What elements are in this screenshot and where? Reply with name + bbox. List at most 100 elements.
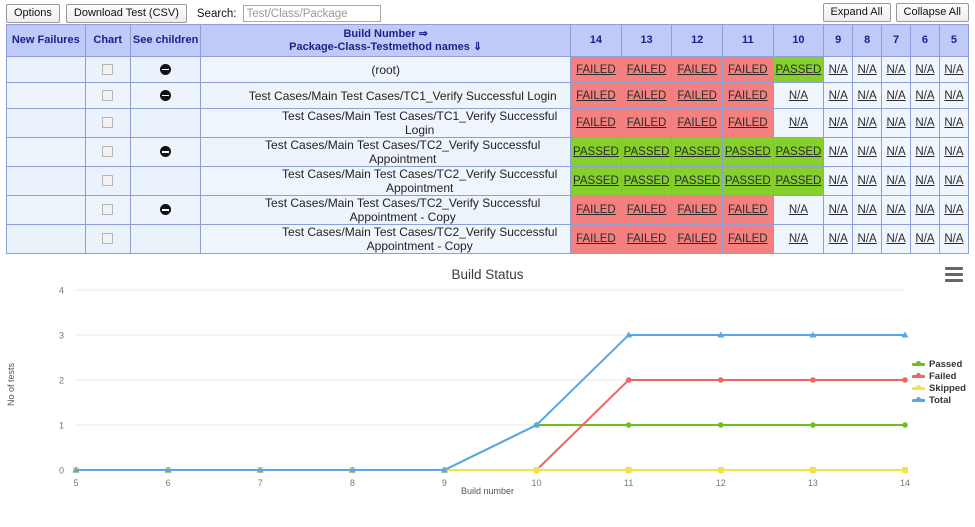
status-link[interactable]: FAILED [728, 90, 768, 102]
options-button[interactable]: Options [6, 4, 60, 23]
status-link[interactable]: PASSED [674, 175, 720, 187]
circle-minus-icon[interactable] [160, 146, 171, 157]
status-link[interactable]: N/A [829, 64, 848, 76]
chart-checkbox[interactable] [102, 146, 113, 157]
status-link[interactable]: PASSED [573, 175, 619, 187]
status-link[interactable]: FAILED [728, 233, 768, 245]
status-link[interactable]: FAILED [627, 64, 667, 76]
circle-minus-icon[interactable] [160, 204, 171, 215]
chart-checkbox[interactable] [102, 233, 113, 244]
status-link[interactable]: N/A [944, 117, 963, 129]
status-link[interactable]: FAILED [677, 233, 717, 245]
expand-all-button[interactable]: Expand All [823, 3, 891, 22]
status-link[interactable]: N/A [915, 117, 934, 129]
header-build-col[interactable]: 9 [824, 25, 853, 57]
search-input[interactable] [243, 5, 381, 22]
status-link[interactable]: N/A [789, 204, 808, 216]
status-link[interactable]: N/A [886, 90, 905, 102]
header-chart[interactable]: Chart [85, 25, 130, 57]
status-link[interactable]: N/A [858, 117, 877, 129]
legend-item[interactable]: Skipped [912, 382, 966, 394]
legend-item[interactable]: Passed [912, 358, 966, 370]
status-link[interactable]: N/A [829, 233, 848, 245]
status-link[interactable]: N/A [944, 233, 963, 245]
header-build-col[interactable]: 7 [882, 25, 911, 57]
status-link[interactable]: N/A [915, 146, 934, 158]
status-link[interactable]: N/A [944, 64, 963, 76]
status-link[interactable]: N/A [886, 233, 905, 245]
status-link[interactable]: N/A [915, 64, 934, 76]
header-build-col[interactable]: 6 [911, 25, 940, 57]
chart-checkbox[interactable] [102, 64, 113, 75]
status-link[interactable]: N/A [858, 146, 877, 158]
header-see-children[interactable]: See children [130, 25, 200, 57]
status-link[interactable]: FAILED [576, 90, 616, 102]
status-link[interactable]: N/A [944, 146, 963, 158]
status-link[interactable]: N/A [915, 233, 934, 245]
status-link[interactable]: FAILED [576, 204, 616, 216]
header-build-col[interactable]: 11 [723, 25, 774, 57]
status-link[interactable]: N/A [858, 90, 877, 102]
header-build-col[interactable]: 8 [853, 25, 882, 57]
status-link[interactable]: FAILED [677, 90, 717, 102]
status-link[interactable]: N/A [858, 204, 877, 216]
status-link[interactable]: FAILED [627, 117, 667, 129]
header-build-col[interactable]: 10 [773, 25, 824, 57]
status-link[interactable]: N/A [858, 64, 877, 76]
status-link[interactable]: FAILED [728, 64, 768, 76]
status-link[interactable]: FAILED [627, 204, 667, 216]
status-link[interactable]: PASSED [573, 146, 619, 158]
status-link[interactable]: N/A [858, 175, 877, 187]
status-link[interactable]: N/A [829, 146, 848, 158]
status-link[interactable]: FAILED [728, 117, 768, 129]
status-link[interactable]: N/A [886, 64, 905, 76]
collapse-all-button[interactable]: Collapse All [896, 3, 969, 22]
status-link[interactable]: PASSED [624, 175, 670, 187]
header-build-col[interactable]: 13 [621, 25, 672, 57]
status-link[interactable]: N/A [829, 117, 848, 129]
status-link[interactable]: FAILED [576, 233, 616, 245]
status-link[interactable]: N/A [829, 175, 848, 187]
chart-checkbox[interactable] [102, 90, 113, 101]
circle-minus-icon[interactable] [160, 90, 171, 101]
status-link[interactable]: FAILED [677, 117, 717, 129]
status-link[interactable]: N/A [915, 204, 934, 216]
status-link[interactable]: FAILED [627, 90, 667, 102]
status-link[interactable]: N/A [858, 233, 877, 245]
status-link[interactable]: FAILED [677, 204, 717, 216]
header-build-col[interactable]: 14 [571, 25, 622, 57]
status-link[interactable]: N/A [944, 175, 963, 187]
status-link[interactable]: N/A [944, 204, 963, 216]
status-link[interactable]: N/A [789, 90, 808, 102]
status-link[interactable]: FAILED [576, 64, 616, 76]
header-build-number-names[interactable]: Build Number ⇒ Package-Class-Testmethod … [201, 25, 571, 57]
status-link[interactable]: FAILED [576, 117, 616, 129]
status-link[interactable]: PASSED [674, 146, 720, 158]
header-new-failures[interactable]: New Failures [7, 25, 86, 57]
status-link[interactable]: FAILED [627, 233, 667, 245]
status-link[interactable]: FAILED [677, 64, 717, 76]
legend-item[interactable]: Total [912, 394, 966, 406]
circle-minus-icon[interactable] [160, 64, 171, 75]
status-link[interactable]: N/A [829, 90, 848, 102]
status-link[interactable]: PASSED [776, 146, 822, 158]
status-link[interactable]: N/A [944, 90, 963, 102]
status-link[interactable]: PASSED [725, 146, 771, 158]
status-link[interactable]: PASSED [776, 64, 822, 76]
header-build-col[interactable]: 12 [672, 25, 723, 57]
status-link[interactable]: FAILED [728, 204, 768, 216]
status-link[interactable]: PASSED [725, 175, 771, 187]
header-build-col[interactable]: 5 [939, 25, 968, 57]
status-link[interactable]: N/A [886, 204, 905, 216]
status-link[interactable]: PASSED [624, 146, 670, 158]
legend-item[interactable]: Failed [912, 370, 966, 382]
status-link[interactable]: N/A [915, 175, 934, 187]
status-link[interactable]: PASSED [776, 175, 822, 187]
status-link[interactable]: N/A [789, 117, 808, 129]
chart-checkbox[interactable] [102, 204, 113, 215]
chart-checkbox[interactable] [102, 117, 113, 128]
status-link[interactable]: N/A [886, 175, 905, 187]
status-link[interactable]: N/A [789, 233, 808, 245]
chart-checkbox[interactable] [102, 175, 113, 186]
status-link[interactable]: N/A [915, 90, 934, 102]
